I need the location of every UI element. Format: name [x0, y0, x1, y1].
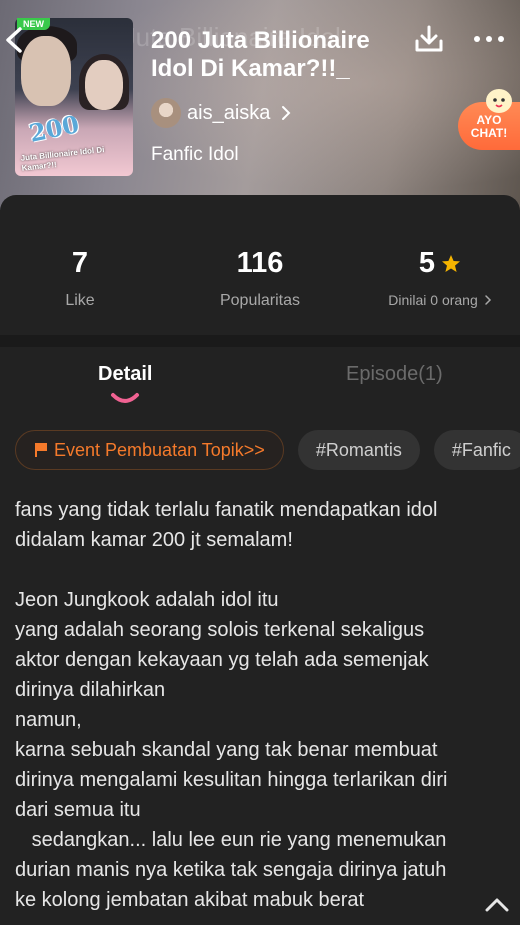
genre-label[interactable]: Fanfic Idol [151, 144, 239, 166]
tab-detail[interactable]: Detail [98, 363, 152, 386]
tab-episode[interactable]: Episode(1) [346, 363, 443, 386]
rating-value-row: 5 [378, 247, 502, 280]
tag-fanfic[interactable]: #Fanfic [433, 430, 520, 470]
cover-number: 200 [26, 109, 82, 148]
mascot-icon [486, 89, 512, 113]
back-icon[interactable] [2, 26, 26, 54]
chevron-up-icon[interactable] [484, 896, 510, 914]
rating-label: Dinilai 0 orang [388, 292, 478, 308]
rating-label-row: Dinilai 0 orang [378, 292, 502, 308]
star-icon [442, 254, 461, 272]
flag-icon [35, 443, 47, 457]
cover-subtitle: Juta Billionaire Idol Di Kamar?!! [20, 145, 105, 173]
stat-rating[interactable]: 5 Dinilai 0 orang [378, 247, 502, 308]
author-link[interactable]: ais_aiska [151, 98, 292, 128]
tag-event[interactable]: Event Pembuatan Topik>> [15, 430, 284, 470]
story-title: 200 Juta Billionaire Idol Di Kamar?!!_ [151, 27, 370, 82]
rating-value: 5 [418, 247, 436, 279]
header-banner: 200 Juta Billionaire Idol 200 Juta Billi… [0, 0, 520, 210]
more-icon[interactable] [472, 26, 506, 52]
tab-bar: Detail Episode(1) [0, 347, 520, 412]
popularity-count: 116 [236, 247, 284, 279]
section-divider [0, 335, 520, 347]
chevron-right-icon [485, 295, 491, 305]
tag-row: Event Pembuatan Topik>> #Romantis #Fanfi… [15, 430, 520, 470]
chevron-right-icon [282, 106, 291, 120]
tab-active-indicator [111, 393, 139, 403]
author-name: ais_aiska [187, 101, 271, 124]
cover-image[interactable]: 200 Juta Billionaire Idol Di Kamar?!! [15, 18, 133, 176]
download-icon[interactable] [414, 24, 444, 54]
tag-event-label: Event Pembuatan Topik>> [54, 439, 265, 460]
stats-panel: 7 Like 116 Popularitas 5 Dinilai 0 orang [0, 195, 520, 335]
popularity-label: Popularitas [219, 292, 301, 309]
synopsis-text: fans yang tidak terlalu fanatik mendapat… [15, 499, 448, 911]
author-avatar [151, 98, 181, 128]
tag-romantis[interactable]: #Romantis [297, 430, 420, 470]
stat-like[interactable]: 7 Like [30, 247, 130, 310]
like-label: Like [65, 292, 95, 309]
like-count: 7 [71, 247, 89, 279]
chat-label: AYO CHAT! [470, 113, 508, 140]
stat-popularity: 116 Popularitas [200, 247, 320, 310]
